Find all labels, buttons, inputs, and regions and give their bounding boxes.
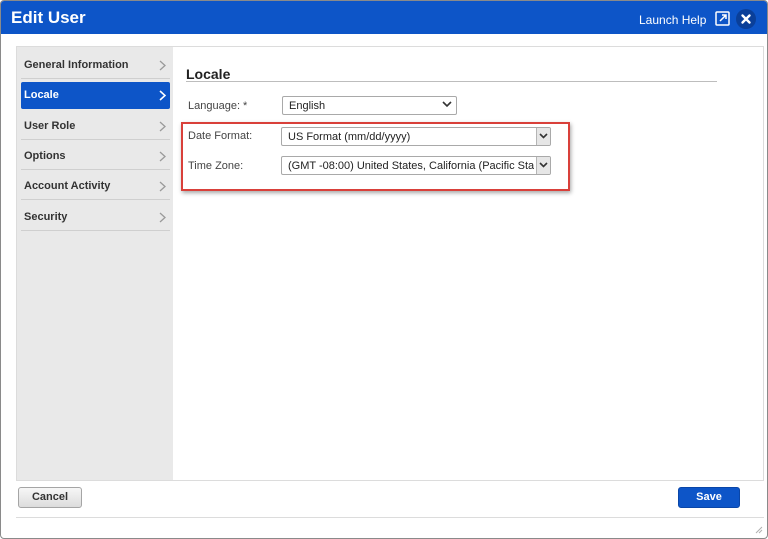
sidebar-item-label: Options (24, 150, 66, 162)
section-divider (186, 81, 717, 82)
sidebar-item-label: User Role (24, 120, 76, 132)
sidebar-item-general-information[interactable]: General Information (21, 52, 170, 79)
edit-user-dialog: Edit User Launch Help General Informatio… (0, 0, 768, 539)
title-bar: Edit User Launch Help (1, 1, 767, 34)
time-zone-value: (GMT -08:00) United States, California (… (288, 160, 534, 172)
save-button[interactable]: Save (678, 487, 740, 508)
sidebar-item-account-activity[interactable]: Account Activity (21, 173, 170, 200)
chevron-right-icon (159, 151, 166, 162)
chevron-down-icon (539, 133, 548, 139)
sidebar-item-label: Locale (24, 89, 59, 101)
close-icon[interactable] (736, 9, 756, 29)
sidebar-item-label: Account Activity (24, 180, 111, 192)
sidebar-item-user-role[interactable]: User Role (21, 113, 170, 140)
date-format-label: Date Format: (188, 130, 253, 142)
sidebar-nav: General Information Locale User Role Opt… (17, 47, 173, 480)
resize-grip-icon[interactable] (755, 526, 763, 534)
cancel-button[interactable]: Cancel (18, 487, 82, 508)
chevron-right-icon (159, 60, 166, 71)
sidebar-item-options[interactable]: Options (21, 143, 170, 170)
chevron-right-icon (159, 90, 166, 101)
chevron-right-icon (159, 121, 166, 132)
language-label: Language: * (188, 100, 248, 112)
dropdown-button[interactable] (536, 128, 550, 145)
language-value: English (289, 100, 326, 112)
section-title: Locale (186, 66, 231, 82)
sidebar-item-locale[interactable]: Locale (21, 82, 170, 109)
chevron-right-icon (159, 181, 166, 192)
chevron-down-icon (442, 101, 452, 108)
chevron-down-icon (539, 162, 548, 168)
sidebar-item-label: Security (24, 211, 68, 223)
date-format-select[interactable]: US Format (mm/dd/yyyy) (281, 127, 551, 146)
time-zone-label: Time Zone: (188, 160, 244, 172)
time-zone-select[interactable]: (GMT -08:00) United States, California (… (281, 156, 551, 175)
chevron-right-icon (159, 212, 166, 223)
dropdown-button[interactable] (536, 157, 550, 174)
dialog-title: Edit User (11, 8, 86, 27)
popout-icon[interactable] (715, 11, 730, 26)
sidebar-item-security[interactable]: Security (21, 204, 170, 231)
date-format-value: US Format (mm/dd/yyyy) (288, 131, 411, 143)
language-select[interactable]: English (282, 96, 457, 115)
sidebar-item-label: General Information (24, 59, 129, 71)
footer-divider (16, 517, 764, 518)
locale-panel: Locale Language: * English Date Format: … (173, 47, 763, 480)
launch-help-link[interactable]: Launch Help (639, 13, 706, 27)
